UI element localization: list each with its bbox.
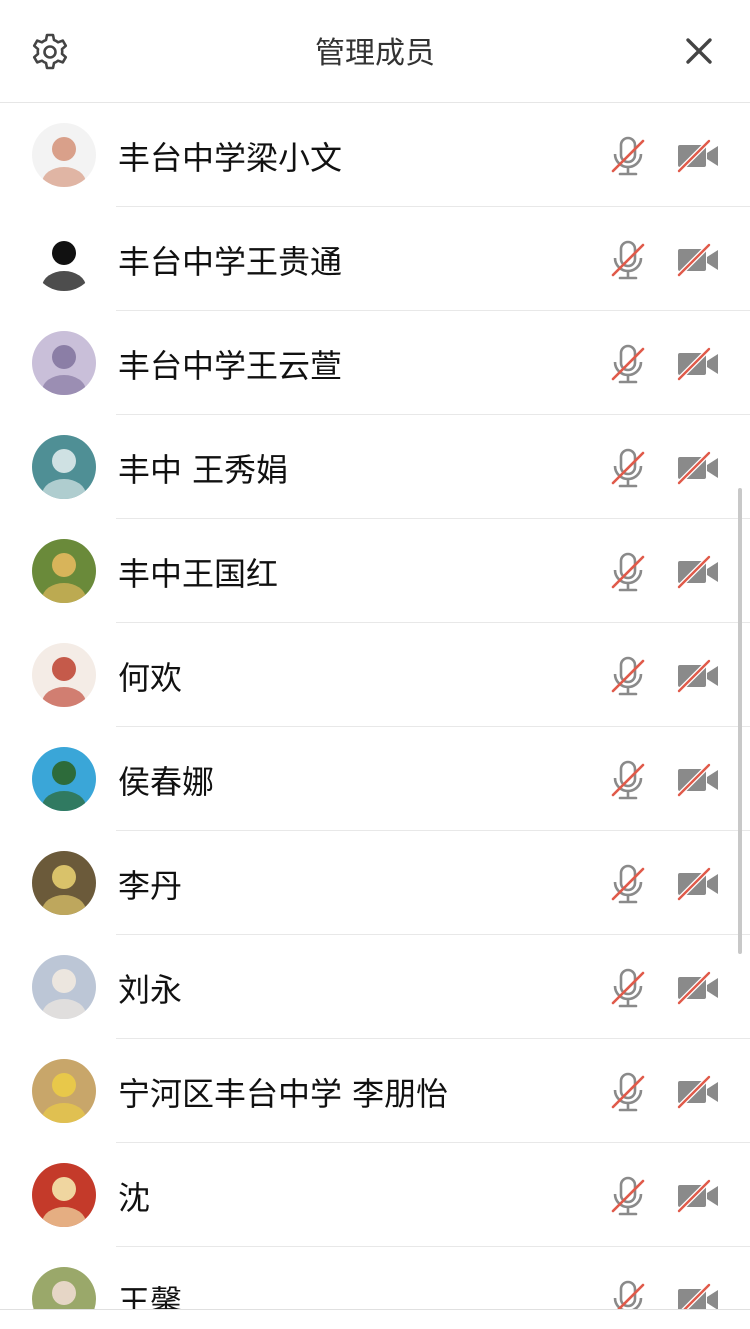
member-name: 李丹 (118, 867, 183, 905)
avatar[interactable] (32, 1059, 96, 1123)
close-icon[interactable] (682, 34, 716, 68)
member-name: 刘永 (118, 971, 183, 1009)
mic-muted-icon[interactable] (608, 551, 648, 593)
member-name: 丰中 王秀娟 (118, 451, 289, 489)
member-row[interactable]: 丰中王国红 (0, 519, 750, 623)
camera-off-icon[interactable] (676, 243, 720, 277)
avatar[interactable] (32, 851, 96, 915)
mic-muted-icon[interactable] (608, 239, 648, 281)
camera-off-icon[interactable] (676, 347, 720, 381)
mic-muted-icon[interactable] (608, 967, 648, 1009)
mic-muted-icon[interactable] (608, 863, 648, 905)
member-name: 宁河区丰台中学 李朋怡 (118, 1075, 449, 1113)
camera-off-icon[interactable] (676, 659, 720, 693)
avatar[interactable] (32, 435, 96, 499)
member-name: 侯春娜 (118, 763, 215, 801)
bottom-bar (0, 1309, 750, 1329)
avatar[interactable] (32, 747, 96, 811)
camera-off-icon[interactable] (676, 971, 720, 1005)
camera-off-icon[interactable] (676, 1283, 720, 1309)
member-name: 丰台中学王云萱 (118, 347, 343, 385)
header-bar: 管理成员 (0, 0, 750, 103)
mic-muted-icon[interactable] (608, 759, 648, 801)
member-row[interactable]: 丰台中学梁小文 (0, 103, 750, 207)
member-row[interactable]: 刘永 (0, 935, 750, 1039)
mic-muted-icon[interactable] (608, 135, 648, 177)
camera-off-icon[interactable] (676, 763, 720, 797)
camera-off-icon[interactable] (676, 1179, 720, 1213)
page-title: 管理成员 (315, 36, 435, 71)
camera-off-icon[interactable] (676, 139, 720, 173)
member-list: 丰台中学梁小文 丰台中学王贵通 丰台中学王云萱 丰中 王秀娟 丰中王国红何欢侯春娜李丹刘… (0, 103, 750, 1309)
member-name: 丰台中学王贵通 (118, 243, 343, 281)
avatar[interactable] (32, 643, 96, 707)
member-row[interactable]: 宁河区丰台中学 李朋怡 (0, 1039, 750, 1143)
avatar[interactable] (32, 1163, 96, 1227)
member-name: 丰台中学梁小文 (118, 139, 343, 177)
member-row[interactable]: 李丹 (0, 831, 750, 935)
member-row[interactable]: 何欢 (0, 623, 750, 727)
mic-muted-icon[interactable] (608, 1279, 648, 1309)
member-name: 王馨 (118, 1283, 183, 1309)
avatar[interactable] (32, 331, 96, 395)
avatar[interactable] (32, 539, 96, 603)
camera-off-icon[interactable] (676, 1075, 720, 1109)
camera-off-icon[interactable] (676, 867, 720, 901)
avatar[interactable] (32, 955, 96, 1019)
mic-muted-icon[interactable] (608, 447, 648, 489)
member-name: 丰中王国红 (118, 555, 279, 593)
avatar[interactable] (32, 227, 96, 291)
mic-muted-icon[interactable] (608, 1071, 648, 1113)
camera-off-icon[interactable] (676, 451, 720, 485)
member-row[interactable]: 沈 (0, 1143, 750, 1247)
avatar[interactable] (32, 1267, 96, 1309)
member-row[interactable]: 王馨 (0, 1247, 750, 1309)
member-row[interactable]: 丰中 王秀娟 (0, 415, 750, 519)
camera-off-icon[interactable] (676, 555, 720, 589)
member-name: 沈 (118, 1179, 151, 1217)
mic-muted-icon[interactable] (608, 343, 648, 385)
scrollbar[interactable] (738, 488, 742, 954)
avatar[interactable] (32, 123, 96, 187)
mic-muted-icon[interactable] (608, 655, 648, 697)
member-name: 何欢 (118, 659, 183, 697)
member-row[interactable]: 侯春娜 (0, 727, 750, 831)
mic-muted-icon[interactable] (608, 1175, 648, 1217)
member-row[interactable]: 丰台中学王云萱 (0, 311, 750, 415)
member-row[interactable]: 丰台中学王贵通 (0, 207, 750, 311)
